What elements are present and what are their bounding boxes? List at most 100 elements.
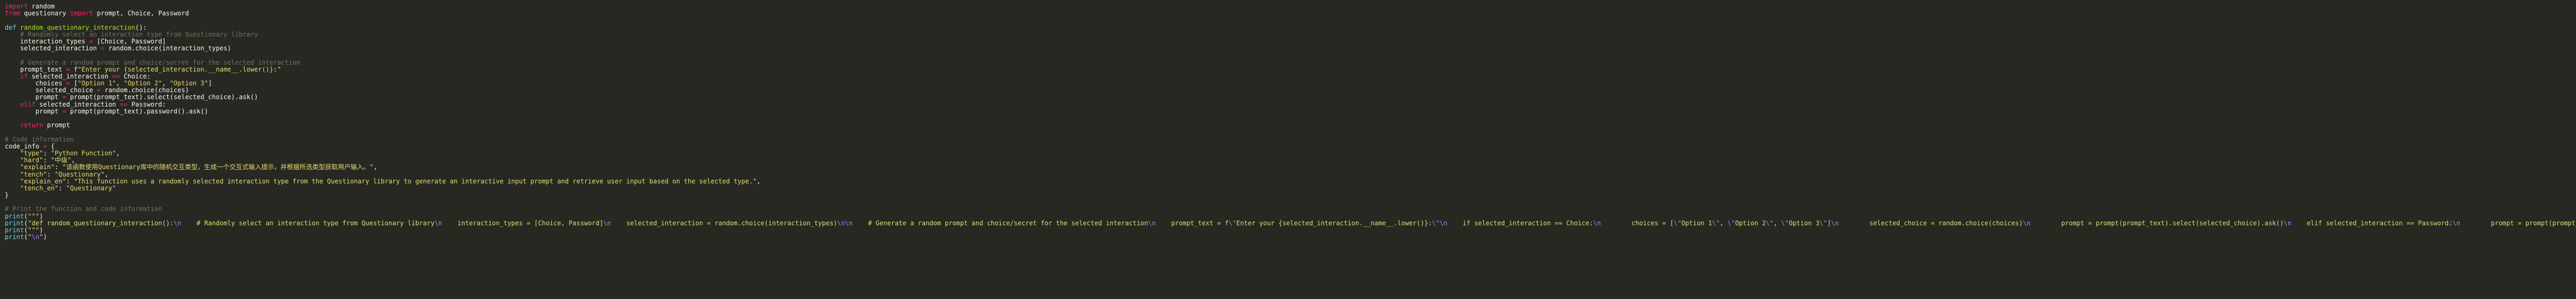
code-token: # Randomly select an interaction type fr…: [20, 31, 258, 38]
code-line[interactable]: selected_choice = random.choice(choices): [5, 87, 2576, 94]
code-line[interactable]: import random: [5, 3, 2576, 10]
code-token: interaction_types = [Choice, Password]: [442, 219, 604, 227]
code-token: return: [20, 122, 44, 129]
code-token: prompt, Choice, Password: [93, 10, 189, 17]
code-token: ():: [135, 24, 147, 31]
code-line[interactable]: ​: [5, 115, 2576, 122]
code-token: =: [66, 80, 70, 87]
code-token: }: [5, 192, 9, 199]
code-token: choices: [5, 80, 66, 87]
code-line[interactable]: "tench": "Questionary",: [5, 171, 2576, 178]
code-token: if selected_interaction == Choice:: [1447, 219, 1594, 227]
code-line[interactable]: choices = ["Option 1", "Option 2", "Opti…: [5, 80, 2576, 87]
code-token: \"\n: [1432, 219, 1448, 227]
code-line[interactable]: ​: [5, 52, 2576, 59]
code-line[interactable]: from questionary import prompt, Choice, …: [5, 10, 2576, 17]
code-token: "Option 1": [78, 80, 116, 87]
code-token: "Option 2": [123, 80, 162, 87]
code-line[interactable]: elif selected_interaction == Password:: [5, 101, 2576, 108]
code-token: prompt: [5, 94, 63, 101]
code-token: random_questionary_interaction: [20, 24, 135, 31]
code-token: choices = [: [1601, 219, 1674, 227]
code-token: "Questionary": [66, 184, 116, 192]
code-token: selected_interaction = random.choice(int…: [611, 219, 837, 227]
code-token: code_info: [5, 143, 44, 150]
code-token: prompt(prompt_text).select(selected_choi…: [66, 94, 258, 101]
code-token: \": [1727, 219, 1735, 227]
code-token: "Enter your {selected_interaction.__name…: [78, 66, 281, 73]
code-token: if: [20, 73, 28, 80]
code-line[interactable]: # Generate a random prompt and choice/se…: [5, 59, 2576, 66]
code-token: =: [100, 45, 105, 52]
code-line[interactable]: print("\n"): [5, 234, 2576, 241]
code-token: Option 3: [1788, 219, 1820, 227]
code-token: \": [1781, 219, 1789, 227]
code-line[interactable]: "tench_en": "Questionary": [5, 185, 2576, 192]
code-token: \n: [603, 219, 611, 227]
code-token: "tench": [20, 171, 47, 178]
code-token: \n: [1593, 219, 1601, 227]
code-line[interactable]: # Code information: [5, 136, 2576, 143]
code-token: selected_interaction: [28, 73, 113, 80]
code-line[interactable]: def random_questionary_interaction():: [5, 24, 2576, 31]
code-token: \n: [173, 219, 182, 227]
code-token: =: [97, 87, 101, 94]
code-line[interactable]: prompt = prompt(prompt_text).select(sele…: [5, 94, 2576, 101]
code-line[interactable]: selected_interaction = random.choice(int…: [5, 45, 2576, 52]
code-line[interactable]: # Randomly select an interaction type fr…: [5, 31, 2576, 38]
code-token: interaction_types: [5, 38, 89, 45]
code-token: ": [28, 234, 32, 241]
code-token: :: [54, 164, 63, 171]
code-line[interactable]: ​: [5, 199, 2576, 206]
code-line[interactable]: ​: [5, 17, 2576, 24]
code-token: selected_interaction: [5, 45, 101, 52]
code-token: ): [43, 234, 47, 241]
code-line[interactable]: "explain_en": "This function uses a rand…: [5, 178, 2576, 185]
code-token: ): [39, 213, 44, 220]
code-line[interactable]: return prompt: [5, 122, 2576, 129]
code-token: Enter your {selected_interaction.__name_…: [1236, 219, 1432, 227]
code-token: [: [70, 80, 78, 87]
code-token: \": [1228, 219, 1237, 227]
code-line[interactable]: prompt = prompt(prompt_text).password().…: [5, 108, 2576, 115]
code-token: {: [47, 143, 55, 150]
code-token: prompt = prompt(prompt_text).password().…: [2491, 219, 2576, 227]
code-line[interactable]: code_info = {: [5, 143, 2576, 150]
code-line[interactable]: }: [5, 192, 2576, 199]
code-token: :: [66, 178, 74, 185]
code-line[interactable]: # Print the function and code informatio…: [5, 206, 2576, 213]
code-token: =: [62, 108, 66, 115]
code-line[interactable]: prompt_text = f"Enter your {selected_int…: [5, 66, 2576, 73]
code-token: :: [58, 184, 66, 192]
code-token: # Randomly select an interaction type fr…: [181, 219, 435, 227]
code-line[interactable]: ​: [5, 129, 2576, 136]
code-token: """: [28, 213, 40, 220]
code-token: \n: [434, 219, 442, 227]
code-line[interactable]: print("""): [5, 227, 2576, 234]
code-token: =: [62, 94, 66, 101]
code-line[interactable]: if selected_interaction == Choice:: [5, 73, 2576, 80]
code-line[interactable]: "explain": "该函数使用Questionary库中的随机交互类型，生成…: [5, 164, 2576, 171]
code-token: # Print the function and code informatio…: [5, 206, 162, 213]
code-editor[interactable]: import random from questionary import pro…: [0, 0, 2576, 299]
code-line[interactable]: interaction_types = [Choice, Password]: [5, 38, 2576, 45]
code-token: prompt: [43, 122, 70, 129]
code-token: elif selected_interaction == Password:: [2291, 219, 2453, 227]
code-token: "Option 3": [169, 80, 208, 87]
code-line[interactable]: "type": "Python Function",: [5, 150, 2576, 157]
code-token: """: [28, 227, 40, 234]
code-line[interactable]: "hard": "中级",: [5, 157, 2576, 164]
code-token: \": [1712, 219, 1720, 227]
code-line[interactable]: print("""): [5, 213, 2576, 220]
code-token: import: [5, 3, 28, 10]
code-token: "hard": [20, 157, 44, 164]
code-line[interactable]: print("def random_questionary_interactio…: [5, 220, 2576, 227]
code-token: prompt_text = f: [1156, 219, 1229, 227]
